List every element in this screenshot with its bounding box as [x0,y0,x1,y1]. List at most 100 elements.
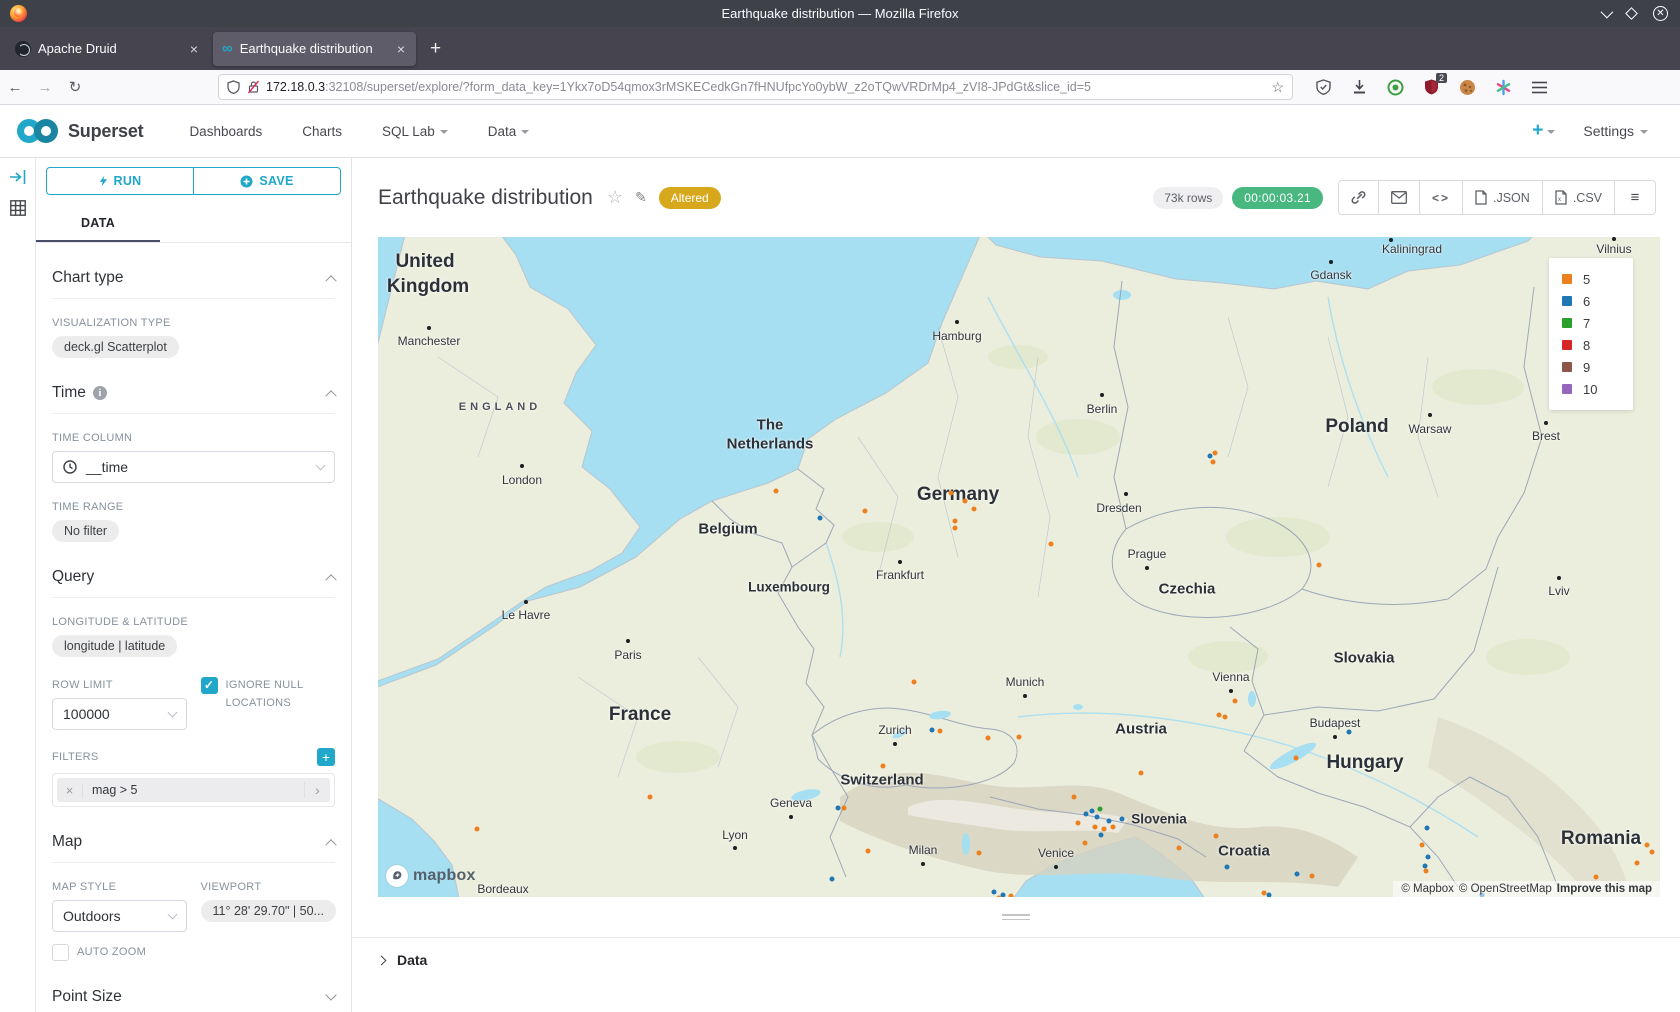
scatter-point[interactable] [1177,846,1182,851]
scatter-point[interactable] [1083,841,1088,846]
scatter-point[interactable] [1211,460,1216,465]
scatter-point[interactable] [1225,865,1230,870]
tab-earthquake-distribution[interactable]: ∞ Earthquake distribution × [213,32,416,66]
nav-charts[interactable]: Charts [302,124,342,139]
scatter-point[interactable] [866,849,871,854]
row-limit-select[interactable]: 100000 [52,698,187,730]
scatter-point[interactable] [1139,771,1144,776]
section-map-header[interactable]: Map [52,833,335,863]
auto-zoom-checkbox[interactable]: AUTO ZOOM [52,944,187,962]
scatter-point[interactable] [836,806,841,811]
scatter-point[interactable] [475,827,480,832]
tab-data[interactable]: DATA [36,207,160,242]
favorite-star-icon[interactable]: ☆ [607,187,623,208]
scatter-point[interactable] [1214,834,1219,839]
expand-panel-icon[interactable] [10,170,26,184]
section-point-size-header[interactable]: Point Size [52,988,335,1012]
scatter-point[interactable] [1426,855,1431,860]
nav-sql-lab[interactable]: SQL Lab [382,124,448,139]
attrib-osm[interactable]: © OpenStreetMap [1459,883,1552,895]
scatter-point[interactable] [1090,809,1095,814]
scatter-point[interactable] [1009,894,1014,898]
scatter-point[interactable] [1099,833,1104,838]
tab-close-icon[interactable]: × [395,41,407,57]
deckgl-map[interactable]: UnitedKingdomENGLANDTheNetherlandsBelgiu… [378,237,1660,897]
scatter-point[interactable] [1424,869,1429,874]
tab-apache-druid[interactable]: Apache Druid × [6,32,209,66]
scatter-point[interactable] [1294,756,1299,761]
scatter-point[interactable] [1017,735,1022,740]
cookie-extension-icon[interactable] [1459,79,1476,96]
scatter-point[interactable] [938,729,943,734]
scatter-point[interactable] [1425,826,1430,831]
export-csv-button[interactable]: x .CSV [1543,181,1615,214]
scatter-point[interactable] [977,851,982,856]
scatter-point[interactable] [930,728,935,733]
scatter-point[interactable] [1102,827,1107,832]
settings-menu[interactable]: Settings [1583,123,1648,139]
scatter-point[interactable] [1049,542,1054,547]
save-button[interactable]: SAVE [193,167,341,195]
edit-title-icon[interactable]: ✎ [635,189,647,206]
dataset-grid-icon[interactable] [10,200,26,216]
viz-type-value[interactable]: deck.gl Scatterplot [52,336,179,358]
new-tab-button[interactable]: + [420,38,451,60]
attrib-mapbox[interactable]: © Mapbox [1401,883,1454,895]
time-column-select[interactable]: __time [52,451,335,483]
map-style-select[interactable]: Outdoors [52,900,187,932]
scatter-point[interactable] [1107,819,1112,824]
scatter-point[interactable] [1093,825,1098,830]
scatter-point[interactable] [1095,815,1100,820]
scatter-point[interactable] [1120,817,1125,822]
green-extension-icon[interactable] [1387,79,1404,96]
scatter-point[interactable] [1420,843,1425,848]
scatter-point[interactable] [963,499,968,504]
scatter-point[interactable] [1223,715,1228,720]
scatter-point[interactable] [1217,713,1222,718]
export-json-button[interactable]: .JSON [1463,181,1543,214]
scatter-point[interactable] [648,795,653,800]
scatter-point[interactable] [1213,451,1218,456]
scatter-point[interactable] [774,489,779,494]
scatter-point[interactable] [1645,843,1650,848]
forward-icon[interactable]: → [30,79,60,96]
hamburger-menu-icon[interactable] [1531,79,1548,96]
window-close-icon[interactable]: ✕ [1653,6,1668,21]
new-item-button[interactable]: + [1532,120,1555,142]
embed-code-button[interactable]: <> [1420,181,1463,214]
scatter-point[interactable] [830,877,835,882]
protections-shield-icon[interactable] [1315,79,1332,96]
nav-dashboards[interactable]: Dashboards [189,124,262,139]
scatter-point[interactable] [986,736,991,741]
ignore-null-checkbox[interactable]: ✓ IGNORE NULL LOCATIONS [201,677,336,712]
scatter-point[interactable] [992,890,997,895]
url-bar[interactable]: 172.18.0.3 :32108/superset/explore/?form… [218,74,1293,100]
superset-logo[interactable]: Superset [16,118,143,144]
mapbox-logo[interactable]: mapbox [386,865,476,887]
remove-filter-icon[interactable]: × [57,783,83,798]
panel-resize-handle[interactable] [352,897,1680,937]
chevron-right-icon[interactable]: › [304,782,330,798]
scatter-point[interactable] [1084,812,1089,817]
scatter-point[interactable] [842,806,847,811]
scatter-point[interactable] [1233,699,1238,704]
time-range-value[interactable]: No filter [52,520,119,542]
scatter-point[interactable] [1347,730,1352,735]
colorful-extension-icon[interactable] [1495,79,1512,96]
nav-data[interactable]: Data [488,124,530,139]
section-time-header[interactable]: Timei [52,384,335,414]
checkbox-unchecked-icon[interactable] [52,944,69,961]
scatter-point[interactable] [912,680,917,685]
reload-icon[interactable]: ↻ [60,78,90,96]
share-link-button[interactable] [1339,181,1379,214]
add-filter-button[interactable]: + [317,748,335,766]
back-icon[interactable]: ← [0,79,30,96]
scatter-point[interactable] [949,491,954,496]
chart-menu-button[interactable]: ≡ [1615,181,1655,214]
download-icon[interactable] [1351,79,1368,96]
checkbox-checked-icon[interactable]: ✓ [201,677,218,694]
section-chart-type-header[interactable]: Chart type [52,269,335,299]
scatter-point[interactable] [1098,807,1103,812]
window-maximize-icon[interactable] [1625,7,1638,20]
email-button[interactable] [1379,181,1420,214]
